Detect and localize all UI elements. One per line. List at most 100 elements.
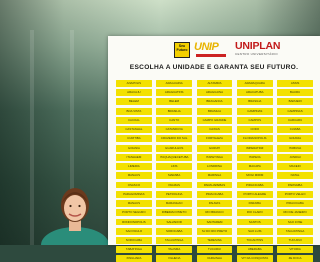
- unit-button[interactable]: GOIANIA: [116, 144, 152, 152]
- unit-button[interactable]: ARARAQUARA: [236, 80, 273, 87]
- unit-button[interactable]: JUNDIAI: [277, 153, 313, 161]
- unit-button[interactable]: FORTALEZA: [196, 135, 233, 143]
- unit-button[interactable]: TOCANTINS: [236, 236, 273, 244]
- unit-button[interactable]: VILHENA: [156, 255, 193, 262]
- unit-button[interactable]: ZE DOCA: [277, 255, 313, 262]
- unit-button[interactable]: LINS: [156, 163, 193, 170]
- unit-button[interactable]: LIMEIRA: [116, 163, 152, 170]
- unit-button[interactable]: PORTO ALEGRE: [236, 190, 273, 198]
- unit-button[interactable]: IMPERATRIZ: [236, 144, 273, 152]
- unit-button[interactable]: RONDONOPOLIS: [116, 218, 152, 226]
- unit-button[interactable]: TERESINA: [196, 236, 233, 244]
- unit-button[interactable]: NATAL: [277, 172, 313, 180]
- unit-button[interactable]: UBERABA: [236, 246, 273, 254]
- unit-button[interactable]: VIT DA CONQUISTA: [236, 255, 273, 262]
- unit-button[interactable]: SANTAREM: [196, 218, 233, 226]
- unit-button[interactable]: CACOAL: [116, 116, 152, 124]
- unit-button[interactable]: CAMPINAS: [277, 107, 313, 115]
- unit-button[interactable]: ARACAJU: [116, 89, 152, 97]
- unit-button[interactable]: MANAUS: [116, 172, 152, 180]
- unit-button[interactable]: PORTO VELHO: [277, 190, 313, 198]
- unit-button[interactable]: LONDRINA: [196, 163, 233, 170]
- unit-button[interactable]: BELEM: [156, 98, 193, 106]
- unit-button[interactable]: TABATINGA: [116, 246, 152, 254]
- unit-button[interactable]: TAGUATINGA: [156, 236, 193, 244]
- unit-button[interactable]: MARINGA: [196, 172, 233, 180]
- unit-button[interactable]: GUARULHOS: [156, 144, 193, 152]
- unit-button[interactable]: CARUARU: [277, 116, 313, 124]
- unit-button[interactable]: SAO JOSE: [277, 218, 313, 226]
- unit-button[interactable]: MARABA: [156, 172, 193, 180]
- unit-button[interactable]: BARUERI: [277, 98, 313, 106]
- unit-button[interactable]: MACAPA: [236, 163, 273, 170]
- unit-button[interactable]: TAGUATINGA: [277, 227, 313, 235]
- unit-button[interactable]: GURUPI: [196, 144, 233, 152]
- unit-button[interactable]: PIRACICABA: [236, 181, 273, 189]
- unit-button[interactable]: TALISMA: [156, 246, 193, 254]
- unit-button[interactable]: ALTAMIRA: [196, 80, 233, 87]
- unit-button[interactable]: CODO: [236, 126, 273, 134]
- unit-button[interactable]: TUCURUI: [196, 246, 233, 254]
- unit-button[interactable]: BAURU: [277, 89, 313, 97]
- unit-button[interactable]: XINGUARA: [116, 255, 152, 262]
- unit-button[interactable]: ITABUNA: [277, 144, 313, 152]
- unit-button[interactable]: CAMPO GRANDE: [196, 116, 233, 124]
- unit-button[interactable]: MOGI MIRIM: [236, 172, 273, 180]
- unit-button[interactable]: PALMAS: [196, 200, 233, 207]
- unit-button[interactable]: PIRACICABA: [196, 190, 233, 198]
- unit-button[interactable]: BRASILIA: [236, 98, 273, 106]
- unit-button[interactable]: TUCURUI: [277, 236, 313, 244]
- unit-button[interactable]: OSASCO: [116, 181, 152, 189]
- unit-button[interactable]: CAMPINAS: [236, 107, 273, 115]
- unit-button[interactable]: ARAGUATINS: [156, 89, 193, 97]
- unit-button[interactable]: VARGINHA: [196, 255, 233, 262]
- unit-button[interactable]: CAXIAS: [196, 126, 233, 134]
- unit-button[interactable]: ARACATUBA: [236, 89, 273, 97]
- unit-button[interactable]: RIO BRANCO: [196, 209, 233, 217]
- unit-button[interactable]: PARAGOMINAS: [116, 190, 152, 198]
- unit-button[interactable]: PARAUAPEBAS: [196, 181, 233, 189]
- unit-button[interactable]: BOA VISTA: [116, 107, 152, 115]
- unit-button[interactable]: CRUZEIRO DO SUL: [156, 135, 193, 143]
- unit-button[interactable]: PETROLINA: [156, 190, 193, 198]
- unit-button[interactable]: CAMPOS: [236, 116, 273, 124]
- unit-button[interactable]: ITAPEVA: [236, 153, 273, 161]
- unit-button[interactable]: PARNAIBA: [277, 181, 313, 189]
- unit-button[interactable]: FLORIANOPOLIS: [236, 135, 273, 143]
- unit-button[interactable]: ARAGUAINA: [196, 89, 233, 97]
- unit-button[interactable]: BELEM: [116, 98, 152, 106]
- unit-button[interactable]: ITAPETINGA: [196, 153, 233, 161]
- unit-button[interactable]: PALMAS: [156, 181, 193, 189]
- unit-button[interactable]: MARANHAO: [156, 200, 193, 207]
- unit-button[interactable]: CANTO: [156, 116, 193, 124]
- unit-button[interactable]: SOROCABA: [156, 227, 193, 235]
- unit-button[interactable]: BRASILIA: [196, 107, 233, 115]
- unit-button[interactable]: SJ DO RIO PRETO: [196, 227, 233, 235]
- unit-button[interactable]: VITORIA: [277, 246, 313, 254]
- unit-button[interactable]: SALVADOR: [156, 218, 193, 226]
- unit-button[interactable]: PORTO SEGURO: [116, 209, 152, 217]
- unit-button[interactable]: ITANHAEM: [116, 153, 152, 161]
- unit-button[interactable]: RIO CLARO: [236, 209, 273, 217]
- unit-button[interactable]: ANAPOLIS: [116, 80, 152, 87]
- unit-button[interactable]: CASTANHAL: [116, 126, 152, 134]
- unit-button[interactable]: MACEIO: [277, 163, 313, 170]
- unit-button[interactable]: PIRACICABA: [277, 200, 313, 207]
- unit-button[interactable]: CURITIBA: [116, 135, 152, 143]
- unit-button[interactable]: ARAGUAINA: [156, 80, 193, 87]
- unit-button[interactable]: SAO LUIS: [236, 227, 273, 235]
- unit-button[interactable]: RIBEIRAO PRETO: [156, 209, 193, 217]
- unit-button[interactable]: SANTOS: [236, 218, 273, 226]
- unit-button[interactable]: PARAIBA: [236, 200, 273, 207]
- unit-button[interactable]: SOROCABA: [116, 236, 152, 244]
- unit-button[interactable]: BRASILIA: [156, 107, 193, 115]
- unit-button[interactable]: SAO PAULO: [116, 227, 152, 235]
- unit-button[interactable]: RIO DE JANEIRO: [277, 209, 313, 217]
- unit-button[interactable]: BRAGANCA: [196, 98, 233, 106]
- unit-button[interactable]: GOIANIA: [277, 135, 313, 143]
- unit-button[interactable]: ASSIS: [277, 80, 313, 87]
- unit-button[interactable]: CATANDUVA: [156, 126, 193, 134]
- unit-button[interactable]: CUIABA: [277, 126, 313, 134]
- unit-button[interactable]: MANAUS: [116, 200, 152, 207]
- unit-button[interactable]: ITAQUAQUECETUBA: [156, 153, 193, 161]
